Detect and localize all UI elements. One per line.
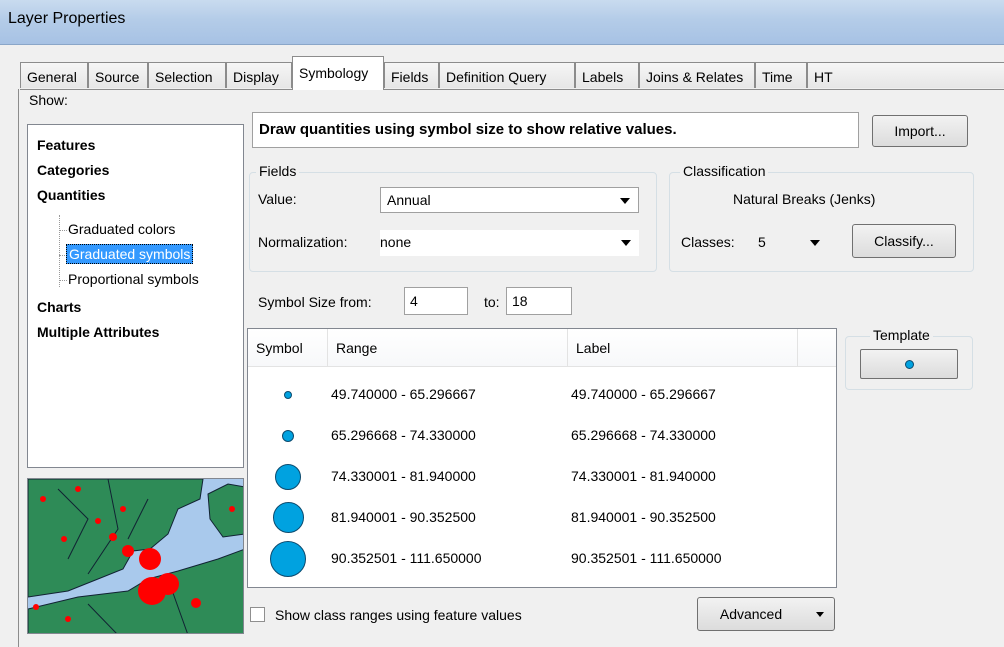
show-subitem-proportional-symbols[interactable]: Proportional symbols <box>68 271 199 287</box>
classes-label: Classes: <box>681 234 735 250</box>
label-cell[interactable]: 49.740000 - 65.296667 <box>571 386 716 402</box>
symbol-size-to-label: to: <box>484 294 500 310</box>
circle-symbol-icon <box>273 502 304 533</box>
symbol-size-from-label: Symbol Size from: <box>258 294 372 310</box>
circle-symbol-icon <box>270 541 306 577</box>
chevron-down-icon <box>810 240 820 246</box>
symbol-cell[interactable] <box>248 416 328 457</box>
template-symbol-button[interactable] <box>860 349 958 379</box>
title-bar: Layer Properties <box>0 0 1004 45</box>
tab-definition-query[interactable]: Definition Query <box>439 62 575 88</box>
show-subitem-graduated-symbols[interactable]: Graduated symbols <box>66 244 194 264</box>
panel-left-edge <box>18 89 19 647</box>
tab-source[interactable]: Source <box>88 62 148 88</box>
advanced-button[interactable]: Advanced <box>697 597 835 631</box>
advanced-button-label: Advanced <box>719 606 783 622</box>
preview-map <box>27 478 244 634</box>
symbol-cell[interactable] <box>248 498 328 539</box>
show-item-charts[interactable]: Charts <box>37 299 81 315</box>
tab-html-popup[interactable]: HT <box>807 62 1004 88</box>
tab-joins-relates[interactable]: Joins & Relates <box>639 62 755 88</box>
tab-panel-border <box>20 89 1004 90</box>
preview-map-image <box>28 479 243 633</box>
range-cell[interactable]: 81.940001 - 90.352500 <box>331 509 476 525</box>
show-class-ranges-label: Show class ranges using feature values <box>275 607 522 623</box>
value-label: Value: <box>258 191 297 207</box>
show-item-features[interactable]: Features <box>37 137 95 153</box>
range-cell[interactable]: 74.330001 - 81.940000 <box>331 468 476 484</box>
tree-branch <box>59 230 67 231</box>
table-row[interactable]: 81.940001 - 90.352500 81.940001 - 90.352… <box>248 498 836 539</box>
normalization-select[interactable]: none <box>380 230 639 256</box>
symbol-cell[interactable] <box>248 539 328 580</box>
value-select-text: Annual <box>387 192 431 208</box>
range-cell[interactable]: 49.740000 - 65.296667 <box>331 386 476 402</box>
circle-symbol-icon <box>282 430 294 442</box>
tree-branch <box>59 280 67 281</box>
description-box: Draw quantities using symbol size to sho… <box>252 112 859 148</box>
classification-method: Natural Breaks (Jenks) <box>733 191 876 207</box>
template-label: Template <box>870 327 933 343</box>
window-title: Layer Properties <box>8 10 126 27</box>
tab-labels[interactable]: Labels <box>575 62 639 88</box>
show-class-ranges-checkbox[interactable] <box>250 607 265 622</box>
column-header-spacer <box>798 329 836 367</box>
tab-fields[interactable]: Fields <box>384 62 439 88</box>
tab-selection[interactable]: Selection <box>148 62 226 88</box>
fields-group-label: Fields <box>256 163 300 179</box>
column-header-range[interactable]: Range <box>328 329 568 367</box>
chevron-down-icon <box>620 198 630 204</box>
tab-strip: General Source Selection Display Symbolo… <box>20 56 1004 90</box>
normalization-select-text: none <box>380 234 412 250</box>
tab-general[interactable]: General <box>20 62 88 88</box>
label-cell[interactable]: 90.352501 - 111.650000 <box>571 550 722 566</box>
symbol-cell[interactable] <box>248 457 328 498</box>
template-symbol-icon <box>905 360 914 369</box>
symbol-cell[interactable] <box>248 375 328 416</box>
chevron-down-icon <box>816 612 824 617</box>
label-cell[interactable]: 81.940001 - 90.352500 <box>571 509 716 525</box>
table-row[interactable]: 49.740000 - 65.296667 49.740000 - 65.296… <box>248 375 836 416</box>
show-subitem-graduated-colors[interactable]: Graduated colors <box>68 221 175 237</box>
table-row[interactable]: 90.352501 - 111.650000 90.352501 - 111.6… <box>248 539 836 580</box>
tab-symbology[interactable]: Symbology <box>292 56 384 90</box>
show-item-multiple-attributes[interactable]: Multiple Attributes <box>37 324 159 340</box>
tab-display[interactable]: Display <box>226 62 292 88</box>
range-cell[interactable]: 65.296668 - 74.330000 <box>331 427 476 443</box>
show-item-categories[interactable]: Categories <box>37 162 109 178</box>
column-header-symbol[interactable]: Symbol <box>248 329 328 367</box>
import-button[interactable]: Import... <box>872 115 968 147</box>
value-select[interactable]: Annual <box>380 187 639 213</box>
tree-line <box>59 215 60 287</box>
symbol-size-from-input[interactable]: 4 <box>404 287 468 315</box>
circle-symbol-icon <box>275 464 301 490</box>
classification-group-label: Classification <box>680 163 769 179</box>
table-row[interactable]: 65.296668 - 74.330000 65.296668 - 74.330… <box>248 416 836 457</box>
classify-button[interactable]: Classify... <box>852 224 956 258</box>
column-header-label[interactable]: Label <box>568 329 798 367</box>
symbol-size-to-input[interactable]: 18 <box>506 287 572 315</box>
classes-select-text: 5 <box>758 234 766 250</box>
label-cell[interactable]: 65.296668 - 74.330000 <box>571 427 716 443</box>
normalization-label: Normalization: <box>258 234 348 250</box>
chevron-down-icon <box>621 240 631 246</box>
label-cell[interactable]: 74.330001 - 81.940000 <box>571 468 716 484</box>
table-row[interactable]: 74.330001 - 81.940000 74.330001 - 81.940… <box>248 457 836 498</box>
circle-symbol-icon <box>284 391 292 399</box>
show-item-quantities[interactable]: Quantities <box>37 187 105 203</box>
range-cell[interactable]: 90.352501 - 111.650000 <box>331 550 482 566</box>
show-label: Show: <box>29 92 68 108</box>
symbol-table: Symbol Range Label 49.740000 - 65.296667… <box>247 328 837 588</box>
classes-select[interactable]: 5 <box>756 230 828 256</box>
tab-time[interactable]: Time <box>755 62 807 88</box>
show-list: Features Categories Quantities Graduated… <box>27 124 244 468</box>
